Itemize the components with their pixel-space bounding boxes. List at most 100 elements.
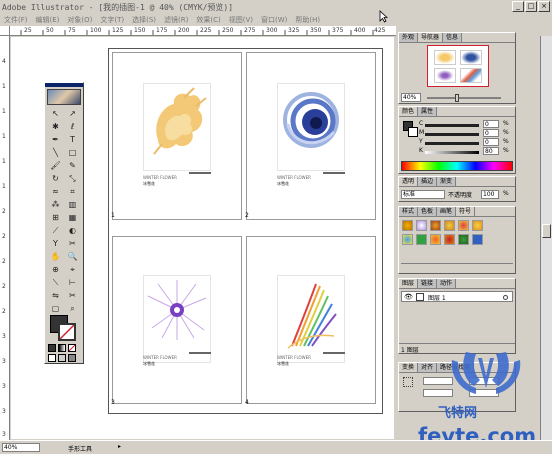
tab-info[interactable]: 信息 xyxy=(443,33,463,42)
full-screen-button[interactable] xyxy=(68,354,76,362)
page-1[interactable]: WINTER FLOWER 冰雪花 1 xyxy=(111,52,242,220)
symbol-swatch[interactable] xyxy=(472,220,483,231)
ruler-origin[interactable] xyxy=(0,26,10,36)
symbol-swatch[interactable] xyxy=(416,220,427,231)
selection-tool-icon[interactable]: ↖ xyxy=(47,108,64,119)
tab-appearance[interactable]: 外观 xyxy=(399,33,419,42)
symbol-swatch[interactable] xyxy=(444,234,455,245)
vertical-ruler[interactable]: 4 1 1 1 1 1 2 2 2 2 2 3 3 3 3 3 xyxy=(0,36,10,440)
lasso-icon[interactable]: ℓ xyxy=(64,121,81,132)
zoom-tool-icon[interactable]: 🔍 xyxy=(64,251,81,262)
gradient-tool-icon[interactable]: ▦ xyxy=(64,212,81,223)
tab-transparency[interactable]: 透明 xyxy=(399,177,419,186)
color-spectrum[interactable] xyxy=(401,161,513,171)
scroll-thumb[interactable] xyxy=(542,224,551,238)
tab-swatches[interactable]: 色板 xyxy=(418,207,438,216)
pen-tool-icon[interactable]: ✒ xyxy=(47,134,64,145)
zoom-slider[interactable] xyxy=(427,97,501,99)
menu-window[interactable]: 窗口(W) xyxy=(257,15,291,25)
none-button[interactable] xyxy=(68,344,76,352)
channel-slider[interactable] xyxy=(425,124,479,127)
symbol-swatch[interactable] xyxy=(444,220,455,231)
free-transform-icon[interactable]: ⌗ xyxy=(64,186,81,197)
menu-file[interactable]: 文件(F) xyxy=(0,15,32,25)
minimize-button[interactable]: _ xyxy=(512,1,524,12)
channel-slider[interactable] xyxy=(425,142,479,145)
channel-value[interactable]: 0 xyxy=(483,138,499,146)
type-tool-icon[interactable]: T xyxy=(64,134,81,145)
scissors-icon[interactable]: ✂ xyxy=(64,238,81,249)
print-tiling-icon[interactable]: ▢ xyxy=(47,303,64,314)
pencil-icon[interactable]: ✎ xyxy=(64,160,81,171)
menu-edit[interactable]: 编辑(E) xyxy=(32,15,64,25)
reflect-tool-icon[interactable]: ⇋ xyxy=(47,290,64,301)
channel-value[interactable]: 80 xyxy=(483,147,499,155)
knife-tool-icon[interactable]: ⟍ xyxy=(47,277,64,288)
channel-value[interactable]: 0 xyxy=(483,129,499,137)
page-4[interactable]: WINTER FLOWER 冰雪花 4 xyxy=(245,236,376,406)
channel-slider[interactable] xyxy=(425,151,479,154)
symbol-swatch[interactable] xyxy=(402,220,413,231)
eye-icon[interactable]: 👁 xyxy=(404,293,413,301)
width-tool-icon[interactable]: ⊢ xyxy=(64,277,81,288)
magic-wand-icon[interactable]: ✱ xyxy=(47,121,64,132)
tab-stroke[interactable]: 描边 xyxy=(418,177,438,186)
symbol-swatch[interactable] xyxy=(472,234,483,245)
rectangle-tool-icon[interactable]: □ xyxy=(64,147,81,158)
opacity-field[interactable]: 100 xyxy=(481,190,499,199)
graph-tool-icon[interactable]: ▥ xyxy=(64,199,81,210)
zoom-slider-thumb[interactable] xyxy=(455,94,459,102)
rotate-tool-icon[interactable]: ↻ xyxy=(47,173,64,184)
tab-symbols[interactable]: 符号 xyxy=(456,207,476,216)
tools-panel[interactable]: ↖ ↗ ✱ ℓ ✒ T ╲ □ 🖌 ✎ ↻ ⤡ ≈ ⌗ ⁂ ▥ ⊞ ▦ ⟋ ◐ … xyxy=(44,82,84,364)
menu-object[interactable]: 对象(O) xyxy=(63,15,96,25)
zoom-field[interactable]: 40% xyxy=(2,443,40,452)
stroke-swatch[interactable] xyxy=(58,323,76,341)
page-2[interactable]: WINTER FLOWER 冰雪花 2 xyxy=(245,52,376,220)
symbol-swatch[interactable] xyxy=(402,234,413,245)
tab-gradient[interactable]: 渐变 xyxy=(437,177,457,186)
venus-logo[interactable] xyxy=(47,89,81,105)
line-tool-icon[interactable]: ╲ xyxy=(47,147,64,158)
tab-layers[interactable]: 图层 xyxy=(399,279,419,288)
stroke-color-box[interactable] xyxy=(408,127,418,137)
tab-navigator[interactable]: 导航器 xyxy=(418,33,444,42)
close-button[interactable]: × xyxy=(538,1,550,12)
symbol-swatch[interactable] xyxy=(430,234,441,245)
live-paint-icon[interactable]: ⊕ xyxy=(47,264,64,275)
navigator-preview[interactable] xyxy=(427,45,489,87)
symbol-sprayer-icon[interactable]: ⁂ xyxy=(47,199,64,210)
menu-filter[interactable]: 滤镜(R) xyxy=(160,15,192,25)
tab-actions[interactable]: 动作 xyxy=(437,279,457,288)
symbol-swatch[interactable] xyxy=(416,234,427,245)
artboard[interactable]: WINTER FLOWER 冰雪花 1 WINTER FLOWER 冰雪花 2 xyxy=(108,48,383,414)
layer-name[interactable]: 图层 1 xyxy=(428,293,446,302)
channel-value[interactable]: 0 xyxy=(483,120,499,128)
menu-select[interactable]: 选择(S) xyxy=(128,15,160,25)
mesh-tool-icon[interactable]: ⊞ xyxy=(47,212,64,223)
slice-tool-icon[interactable]: Y xyxy=(47,238,64,249)
standard-screen-button[interactable] xyxy=(48,354,56,362)
warp-tool-icon[interactable]: ≈ xyxy=(47,186,64,197)
full-screen-menu-button[interactable] xyxy=(58,354,66,362)
symbol-swatch[interactable] xyxy=(430,220,441,231)
gradient-button[interactable] xyxy=(58,344,66,352)
menu-effect[interactable]: 效果(C) xyxy=(192,15,224,25)
menu-type[interactable]: 文字(T) xyxy=(96,15,128,25)
current-tool-label[interactable]: 手形工具 xyxy=(68,444,92,453)
direct-selection-tool-icon[interactable]: ↗ xyxy=(64,108,81,119)
tab-color[interactable]: 颜色 xyxy=(399,107,419,116)
hand-tool-icon[interactable]: ✋ xyxy=(47,251,64,262)
crop-tool-icon[interactable]: ⌖ xyxy=(64,264,81,275)
channel-slider[interactable] xyxy=(425,133,479,136)
color-button[interactable] xyxy=(48,344,56,352)
layer-row[interactable]: 👁 图层 1 xyxy=(401,291,513,302)
symbol-swatch[interactable] xyxy=(458,234,469,245)
measure-tool-icon[interactable]: ⌕ xyxy=(64,303,81,314)
tab-links[interactable]: 链接 xyxy=(418,279,438,288)
tab-transform[interactable]: 变换 xyxy=(399,363,419,372)
page-3[interactable]: WINTER FLOWER 冰雪花 3 xyxy=(111,236,242,406)
status-arrow-icon[interactable]: ▸ xyxy=(118,443,126,452)
eyedropper-icon[interactable]: ⟋ xyxy=(47,225,64,236)
paintbrush-icon[interactable]: 🖌 xyxy=(47,160,64,171)
